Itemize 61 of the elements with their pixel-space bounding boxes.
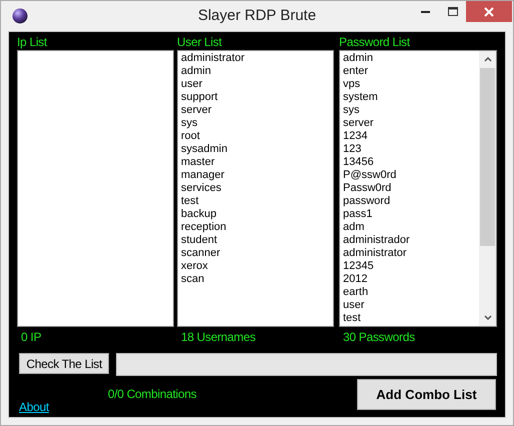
maximize-icon [448,7,458,16]
list-item[interactable]: 12345 [343,260,479,273]
add-combo-list-button[interactable]: Add Combo List [357,379,496,410]
list-count: 0 IP [21,330,42,344]
list-item[interactable]: test [181,195,333,208]
list-item[interactable]: user [343,299,479,312]
list-item[interactable]: reception [181,221,333,234]
window-title: Slayer RDP Brute [198,6,316,26]
about-link[interactable]: About [19,398,49,416]
list-item[interactable]: vps [343,78,479,91]
list-count: 30 Passwords [343,330,416,344]
list-item[interactable]: admin [181,65,333,78]
scroll-down-icon [484,315,492,320]
list-item[interactable]: P@ssw0rd [343,169,479,182]
close-icon [484,6,494,16]
globe-icon [12,8,28,24]
list-item[interactable]: support [181,91,333,104]
list-item[interactable]: 123 [343,143,479,156]
list-item[interactable]: sysadmin [181,143,333,156]
minimize-icon [421,10,430,12]
list-item[interactable]: system [343,91,479,104]
list-item[interactable]: backup [181,208,333,221]
close-button[interactable] [466,1,512,22]
list-item[interactable]: earth [343,286,479,299]
list-count: 18 Usernames [181,330,256,344]
list-item[interactable]: manager [181,169,333,182]
list-item[interactable]: user [181,78,333,91]
list-item[interactable]: student [181,234,333,247]
list-item[interactable]: xerox [181,260,333,273]
list-label: Password List [339,35,411,50]
list-item[interactable]: Passw0rd [343,182,479,195]
list-item[interactable]: administrator [343,247,479,260]
list-item[interactable]: sys [343,104,479,117]
list-item[interactable]: test [343,312,479,325]
list-item[interactable]: 1234 [343,130,479,143]
list-item[interactable]: 2012 [343,273,479,286]
list-item[interactable]: administrator [181,52,333,65]
scroll-thumb[interactable] [480,68,495,246]
list-item[interactable]: root [181,130,333,143]
list-item[interactable]: scan [181,273,333,286]
list-item[interactable]: scanner [181,247,333,260]
list-item[interactable]: pass1 [343,208,479,221]
list-item[interactable]: server [181,104,333,117]
list-box[interactable]: administrator admin user support server sys root sysadmin master manager services test backup reception student scanner xerox scan [177,50,334,327]
list-item[interactable]: password [343,195,479,208]
list-box[interactable]: admin enter vps system sys server 1234 123 13456 P@ssw0rd Passw0rd password pass1 adm administrador administrator 12345 2012 earth user test [339,50,497,327]
scroll-up-icon [484,57,492,62]
list-item[interactable]: enter [343,65,479,78]
list-item[interactable]: sys [181,117,333,130]
list-item[interactable]: master [181,156,333,169]
list-label: Ip List [17,35,48,50]
list-item[interactable]: server [343,117,479,130]
list-item[interactable]: admin [343,52,479,65]
list-item[interactable]: adm [343,221,479,234]
list-item[interactable]: administrador [343,234,479,247]
scrollbar[interactable] [479,51,496,326]
list-item[interactable]: 13456 [343,156,479,169]
combinations-count: 0/0 Combinations [108,386,196,403]
list-label: User List [177,35,223,50]
check-list-button[interactable]: Check The List [19,353,110,374]
list-item[interactable]: services [181,182,333,195]
